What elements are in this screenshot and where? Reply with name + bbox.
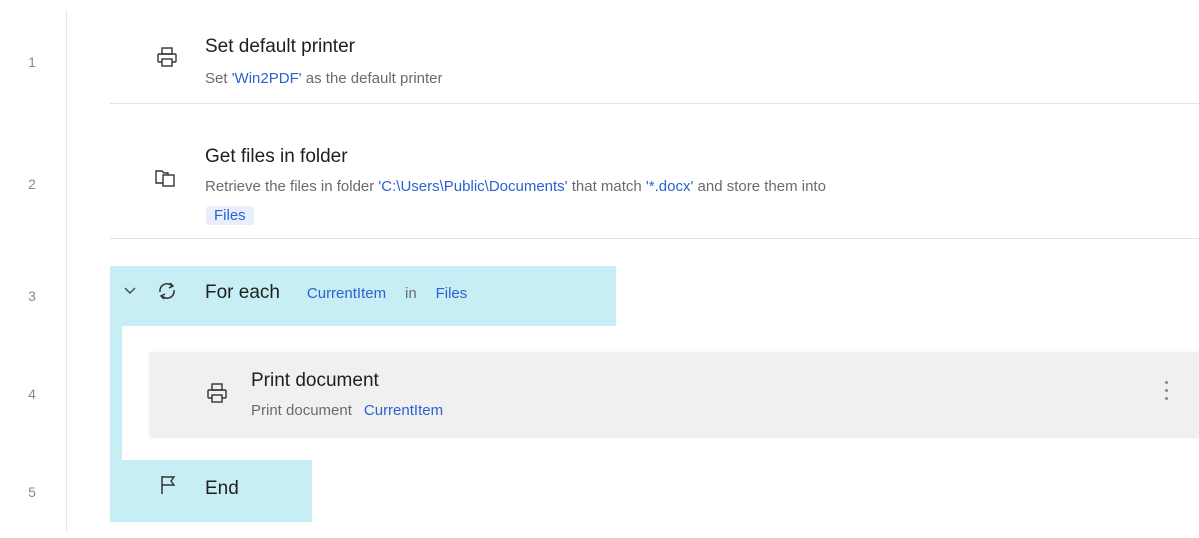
variable-chip-currentitem[interactable]: CurrentItem [307, 285, 386, 302]
step-description: Print document CurrentItem [251, 402, 444, 419]
step-for-each[interactable]: For each CurrentItem in Files [120, 270, 616, 320]
step-end[interactable]: End [150, 466, 310, 516]
step-title: For each [205, 282, 280, 303]
printer-icon [207, 383, 227, 403]
variable-chip-files[interactable]: Files [206, 206, 254, 225]
line-number-2: 2 [28, 176, 36, 192]
line-number-3: 3 [28, 288, 36, 304]
step-get-files-in-folder[interactable]: Get files in folder Retrieve the files i… [110, 130, 1199, 238]
chevron-down-icon[interactable] [124, 286, 136, 296]
variable-chip-currentitem[interactable]: CurrentItem [364, 402, 443, 419]
folder-path-token: 'C:\Users\Public\Documents' [378, 178, 568, 195]
step-description: Retrieve the files in folder 'C:\Users\P… [205, 178, 826, 195]
variable-chip-files[interactable]: Files [436, 285, 468, 302]
line-number-5: 5 [28, 484, 36, 500]
in-keyword: in [405, 285, 417, 302]
printer-icon [157, 47, 177, 67]
line-number-4: 4 [28, 386, 36, 402]
loop-icon [159, 282, 175, 300]
file-pattern-token: '*.docx' [645, 178, 694, 195]
flag-icon [161, 476, 176, 494]
step-title: Set default printer [205, 36, 355, 57]
step-divider [110, 238, 1199, 239]
step-title: Print document [251, 370, 379, 391]
printer-name-token: 'Win2PDF' [231, 70, 302, 87]
more-options-icon[interactable] [1165, 381, 1169, 403]
step-print-document[interactable]: Print document Print document CurrentItem [150, 352, 1199, 436]
step-description: Set 'Win2PDF' as the default printer [205, 70, 443, 87]
step-title: Get files in folder [205, 146, 348, 167]
folder-files-icon [155, 170, 175, 187]
step-divider [110, 103, 1199, 104]
gutter-divider [66, 10, 67, 532]
step-set-default-printer[interactable]: Set default printer Set 'Win2PDF' as the… [110, 24, 1199, 104]
step-title: End [205, 478, 239, 499]
line-number-1: 1 [28, 54, 36, 70]
loop-body-bar [110, 326, 122, 460]
